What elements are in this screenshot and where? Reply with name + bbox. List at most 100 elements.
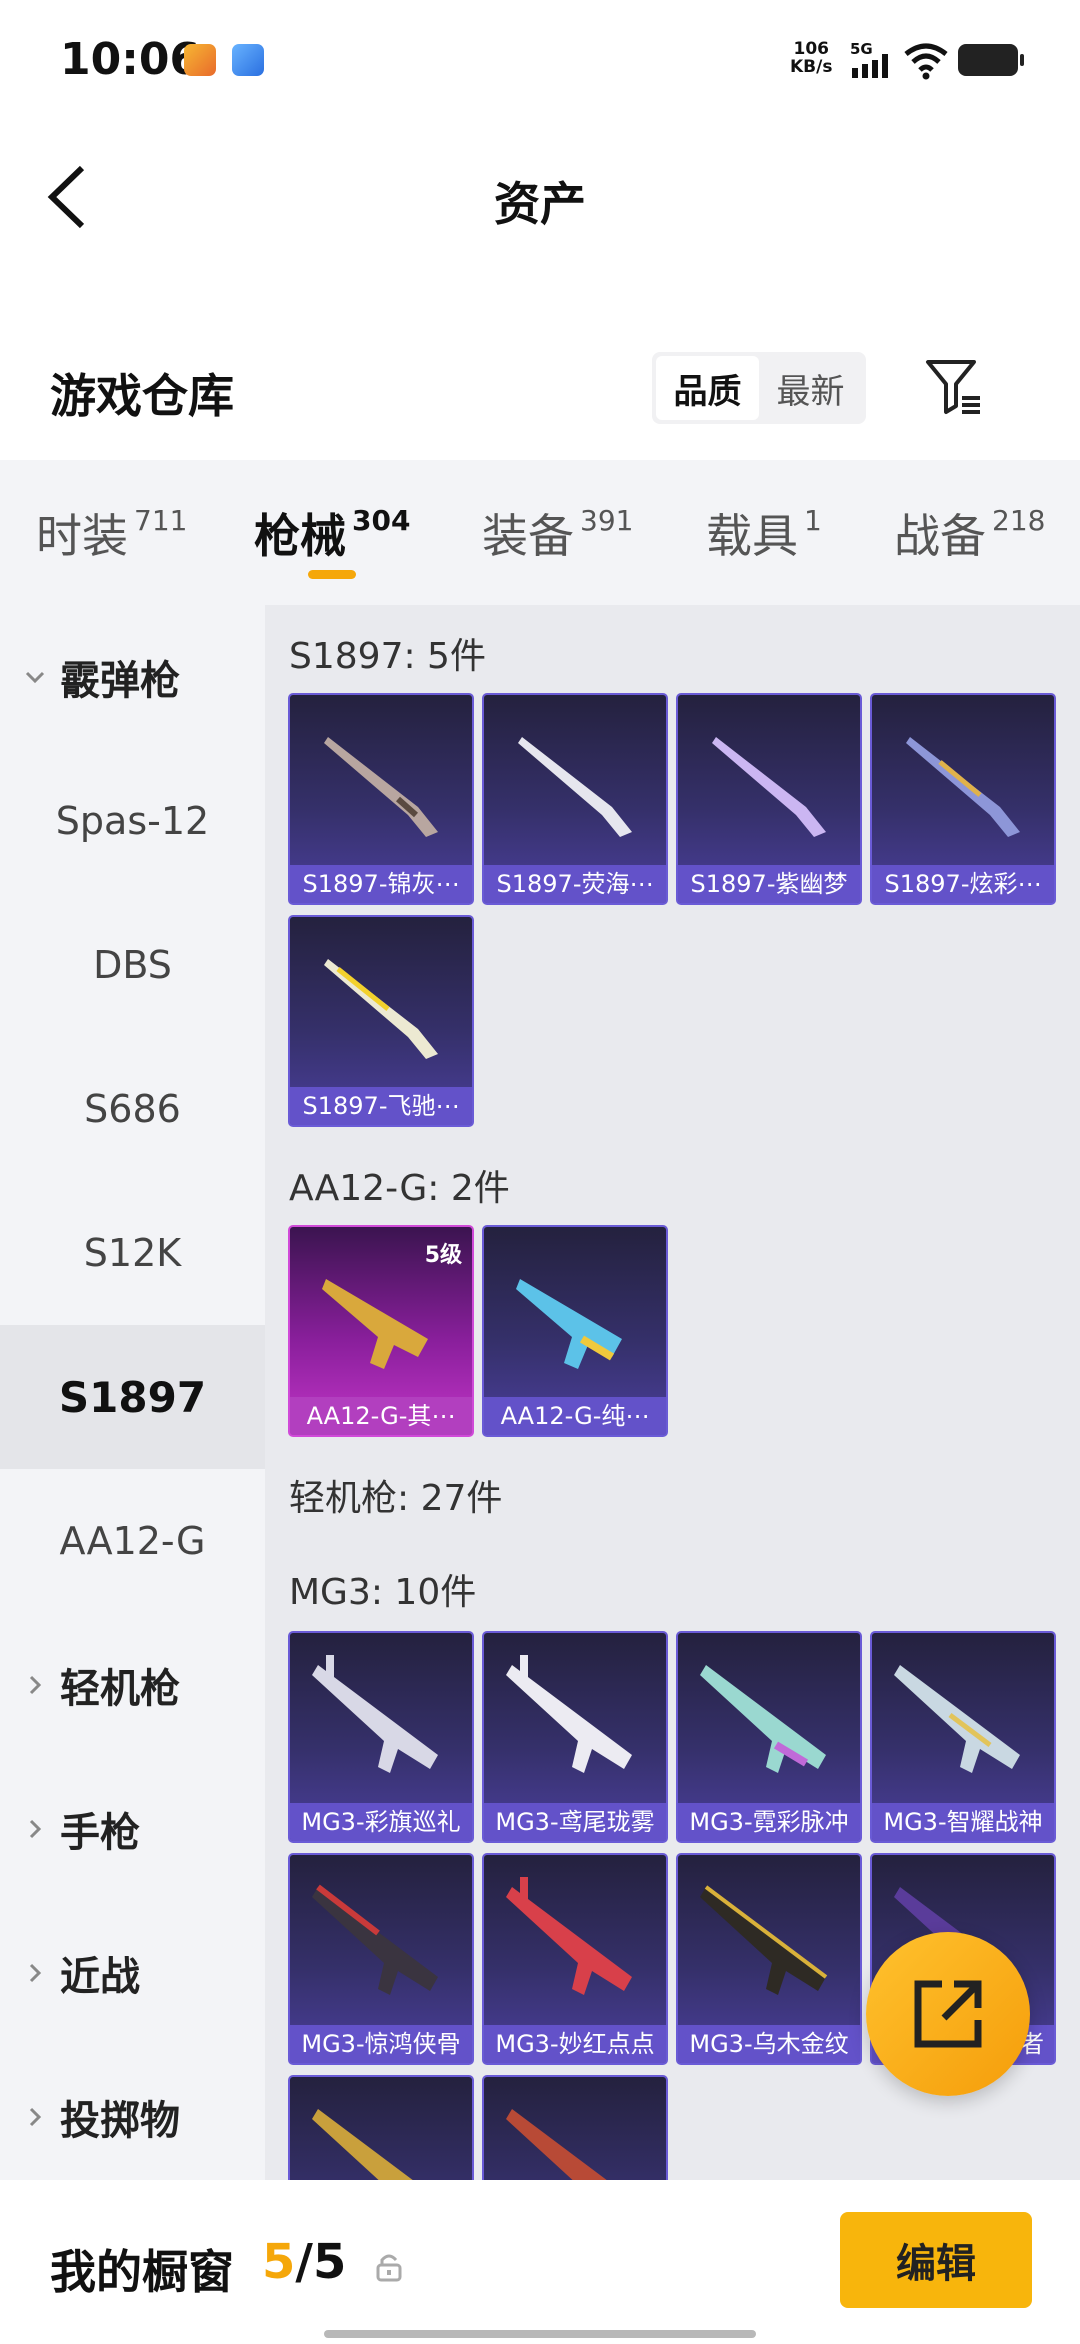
status-time: 10:06 [60,34,201,85]
warehouse-title: 游戏仓库 [50,369,234,423]
item-name: MG3-霓彩脉冲 [678,1803,860,1841]
sidebar-item-melee[interactable]: 近战 [0,1901,265,2045]
sidebar-item-s1897[interactable]: S1897 [0,1325,265,1469]
machine-gun-icon [506,2109,607,2180]
share-fab-button[interactable] [866,1932,1030,2096]
sidebar-item-spas12[interactable]: Spas-12 [0,749,265,893]
item-card[interactable]: S1897-飞驰⋯ [288,915,474,1127]
item-card[interactable]: S1897-锦灰⋯ [288,693,474,905]
item-card[interactable]: MG3-智耀战神 [870,1631,1056,1843]
showcase-used: 5 [262,2234,296,2290]
shotgun-icon [324,737,438,837]
chevron-down-icon [25,671,45,684]
category-tabs: 时装 711 枪械 304 装备 391 载具 1 战备 218 [0,460,1080,605]
item-card[interactable]: MG3-霓彩脉冲 [676,1631,862,1843]
item-card[interactable]: AA12-G-纯⋯ [482,1225,668,1437]
sidebar-item-label: AA12-G [59,1519,206,1563]
item-card[interactable]: MG3-妙红点点 [482,1853,668,2065]
sidebar-item-label: 霰弹枪 [60,658,180,704]
chevron-right-icon [29,1819,42,1839]
tab-guns[interactable]: 枪械 304 [254,500,410,566]
active-tab-indicator [308,570,356,579]
item-name: S1897-炫彩⋯ [872,865,1054,903]
item-name: MG3-惊鸿侠骨 [290,2025,472,2063]
network-speed: 106 KB/s [790,40,832,76]
battery-icon [958,44,1024,76]
item-name: S1897-锦灰⋯ [290,865,472,903]
item-name: MG3-鸢尾珑雾 [484,1803,666,1841]
item-card[interactable]: MG3-惊鸿侠骨 [288,1853,474,2065]
sidebar-item-pistol[interactable]: 手枪 [0,1757,265,1901]
sort-quality-button[interactable]: 品质 [656,356,759,420]
item-name: MG3-妙红点点 [484,2025,666,2063]
lock-icon [376,2254,402,2282]
edit-button[interactable]: 编辑 [840,2212,1032,2308]
sidebar-item-throwables[interactable]: 投掷物 [0,2045,265,2189]
item-name: AA12-G-其⋯ [290,1397,472,1435]
chevron-right-icon [29,2107,42,2127]
notification-app-icon [184,44,216,76]
sidebar-item-label: S12K [83,1231,182,1275]
machine-gun-icon [506,1877,632,1995]
showcase-count: 5/5 [262,2234,346,2290]
rifle-icon [516,1279,622,1369]
machine-gun-icon [312,1884,438,1995]
tab-equipment[interactable]: 装备 391 [482,500,633,566]
sidebar-item-label: 近战 [60,1954,140,2000]
item-card[interactable]: S1897-荧海⋯ [482,693,668,905]
sidebar-item-dbs[interactable]: DBS [0,893,265,1037]
sidebar-item-label: 轻机枪 [60,1666,180,1712]
item-name: S1897-飞驰⋯ [290,1087,472,1125]
home-indicator [324,2330,756,2338]
tab-label: 载具 [706,509,798,563]
sidebar-item-lmg[interactable]: 轻机枪 [0,1613,265,1757]
item-name: S1897-荧海⋯ [484,865,666,903]
showcase-label: 我的橱窗 [50,2245,234,2299]
item-card[interactable]: 5级 AA12-G-其⋯ [288,1225,474,1437]
item-card[interactable]: MG3-鸢尾珑雾 [482,1631,668,1843]
item-card[interactable] [288,2075,474,2180]
filter-icon[interactable] [924,356,984,416]
chevron-right-icon [29,1675,42,1695]
machine-gun-icon [700,1665,826,1773]
machine-gun-icon [312,1655,438,1773]
notification-app-icon-2 [232,44,264,76]
machine-gun-icon [700,1885,828,1995]
page-title: 资产 [494,177,586,231]
tab-label: 装备 [482,509,574,563]
sidebar-item-shotgun[interactable]: 霰弹枪 [0,605,265,749]
section-title-s1897: S1897: 5件 [289,636,486,677]
chevron-right-icon [29,1963,42,1983]
tab-supplies[interactable]: 战备 218 [894,500,1045,566]
item-name: MG3-乌木金纹 [678,2025,860,2063]
item-card[interactable]: MG3-彩旗巡礼 [288,1631,474,1843]
shotgun-icon [518,737,632,837]
network-speed-unit: KB/s [790,57,833,77]
network-type: 5G [850,40,873,58]
showcase-total: 5 [312,2234,347,2290]
sidebar-item-label: S686 [84,1087,181,1131]
sidebar-item-label: DBS [93,943,172,987]
tab-label: 战备 [894,509,986,563]
sidebar-item-aa12g[interactable]: AA12-G [0,1469,265,1613]
tab-vehicles[interactable]: 载具 1 [706,500,822,566]
shotgun-icon [906,737,1020,837]
sidebar-item-s686[interactable]: S686 [0,1037,265,1181]
section-title-aa12: AA12-G: 2件 [289,1168,510,1209]
item-card[interactable] [482,2075,668,2180]
sidebar-item-s12k[interactable]: S12K [0,1181,265,1325]
showcase-separator: / [295,2234,313,2290]
tab-count: 1 [804,504,822,537]
sidebar-item-label: 投掷物 [60,2098,180,2144]
machine-gun-icon [506,1655,632,1773]
section-title-lmg: 轻机枪: 27件 [289,1478,503,1519]
tab-fashion[interactable]: 时装 711 [36,500,187,566]
bottom-bar: 我的橱窗 5/5 编辑 [0,2180,1080,2344]
tab-label: 枪械 [254,509,346,563]
item-card[interactable]: MG3-乌木金纹 [676,1853,862,2065]
sort-latest-button[interactable]: 最新 [759,356,862,420]
item-card[interactable]: S1897-紫幽梦 [676,693,862,905]
item-name: AA12-G-纯⋯ [484,1397,666,1435]
item-card[interactable]: S1897-炫彩⋯ [870,693,1056,905]
sort-toggle: 品质 最新 [652,352,866,424]
